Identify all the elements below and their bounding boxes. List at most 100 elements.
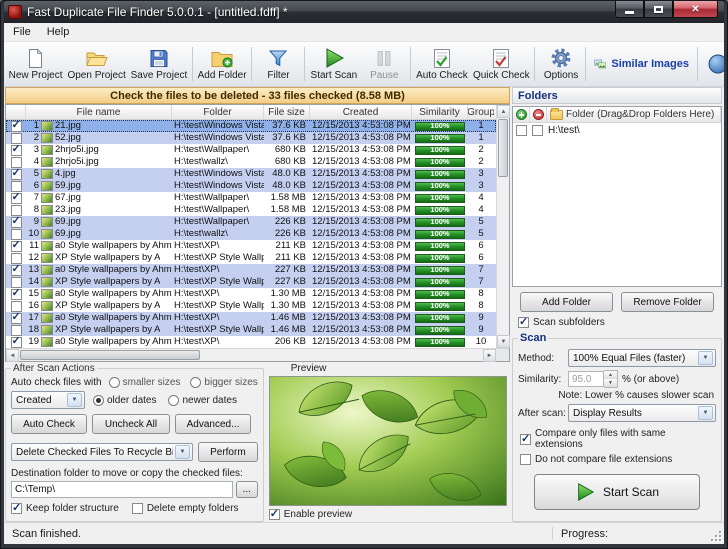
scan-subfolders-checkbox[interactable]	[518, 317, 529, 328]
method-dropdown[interactable]: 100% Equal Files (faster) ▼	[568, 349, 716, 367]
vertical-scrollbar[interactable]: ▲ ▼	[496, 105, 509, 348]
table-row[interactable]: 5 4.jpg H:\test\Windows Vista ... 48.0 K…	[6, 168, 496, 180]
table-row[interactable]: 4 2hrjo5i.jpg H:\test\wallz\ 680 KB 12/1…	[6, 156, 496, 168]
save-project-button[interactable]: Save Project	[128, 43, 190, 85]
scroll-left-arrow[interactable]: ◄	[6, 349, 19, 362]
options-button[interactable]: Options	[537, 43, 585, 85]
similar-images-button[interactable]: Similar Images	[588, 43, 695, 85]
table-row[interactable]: 17 a0 Style wallpapers by Ahm H:\test\XP…	[6, 312, 496, 324]
vertical-scroll-thumb[interactable]	[498, 119, 508, 177]
row-checkbox[interactable]	[11, 133, 22, 144]
advanced-button[interactable]: Advanced...	[175, 414, 251, 434]
col-folder[interactable]: Folder	[172, 105, 264, 119]
row-checkbox[interactable]	[11, 241, 22, 252]
remove-folder-panel-button[interactable]: Remove Folder	[621, 292, 714, 312]
row-checkbox[interactable]	[11, 313, 22, 324]
table-row[interactable]: 3 2hrjo5i.jpg H:\test\Wallpaper\ 680 KB …	[6, 144, 496, 156]
row-checkbox[interactable]	[11, 181, 22, 192]
maximize-button[interactable]	[644, 1, 673, 18]
col-similarity[interactable]: Similarity	[412, 105, 468, 119]
close-button[interactable]: ✕	[673, 1, 718, 18]
table-row[interactable]: 18 XP Style wallpapers by A H:\test\XP S…	[6, 324, 496, 336]
date-criterion-dropdown[interactable]: Created ▼	[11, 391, 85, 409]
col-check[interactable]	[6, 105, 26, 119]
col-file-name[interactable]: File name	[26, 105, 172, 119]
table-row[interactable]: 15 a0 Style wallpapers by Ahm H:\test\XP…	[6, 288, 496, 300]
add-folder-panel-button[interactable]: Add Folder	[520, 292, 613, 312]
after-scan-dropdown[interactable]: Display Results ▼	[568, 404, 716, 422]
start-scan-toolbar-button[interactable]: Start Scan	[307, 43, 360, 85]
auto-check-button[interactable]: Auto Check	[11, 414, 87, 434]
table-row[interactable]: 11 a0 Style wallpapers by Ahm H:\test\XP…	[6, 240, 496, 252]
smaller-sizes-radio[interactable]	[109, 377, 120, 388]
table-row[interactable]: 13 a0 Style wallpapers by Ahm H:\test\XP…	[6, 264, 496, 276]
col-file-size[interactable]: File size	[264, 105, 310, 119]
col-created[interactable]: Created	[310, 105, 412, 119]
open-project-button[interactable]: Open Project	[65, 43, 128, 85]
row-checkbox[interactable]	[11, 265, 22, 276]
resize-grip[interactable]	[710, 530, 723, 543]
row-checkbox[interactable]	[11, 301, 22, 312]
row-checkbox[interactable]	[11, 145, 22, 156]
horizontal-scroll-thumb[interactable]	[20, 350, 200, 360]
remove-folder-circle-icon[interactable]	[533, 109, 544, 120]
similarity-spinner[interactable]: 95.0 ▲▼	[568, 370, 618, 388]
add-folder-button[interactable]: Add Folder	[195, 43, 250, 85]
row-checkbox[interactable]	[11, 325, 22, 336]
folder-include-checkbox[interactable]	[516, 125, 527, 136]
scroll-down-arrow[interactable]: ▼	[497, 335, 510, 348]
table-row[interactable]: 1 21.jpg H:\test\Windows Vista ... 37.6 …	[6, 120, 496, 132]
compare-same-extensions-checkbox[interactable]	[520, 434, 531, 445]
folder-flag-checkbox[interactable]	[532, 125, 543, 136]
folder-tree-item[interactable]: H:\test\	[513, 123, 721, 138]
row-checkbox[interactable]	[11, 337, 22, 348]
table-row[interactable]: 16 XP Style wallpapers by A H:\test\XP S…	[6, 300, 496, 312]
spin-down-icon[interactable]: ▼	[604, 379, 617, 387]
table-row[interactable]: 14 XP Style wallpapers by A H:\test\XP S…	[6, 276, 496, 288]
row-checkbox[interactable]	[11, 229, 22, 240]
row-checkbox[interactable]	[11, 253, 22, 264]
table-row[interactable]: 6 59.jpg H:\test\Windows Vista ... 48.0 …	[6, 180, 496, 192]
add-folder-circle-icon[interactable]	[516, 109, 527, 120]
scroll-right-arrow[interactable]: ►	[483, 349, 496, 362]
uncheck-all-button[interactable]: Uncheck All	[92, 414, 170, 434]
spin-up-icon[interactable]: ▲	[604, 371, 617, 379]
scroll-up-arrow[interactable]: ▲	[497, 105, 510, 118]
browse-destination-button[interactable]: ...	[236, 481, 258, 498]
filter-button[interactable]: Filter	[254, 43, 302, 85]
destination-folder-input[interactable]: C:\Temp\	[11, 481, 233, 498]
col-group[interactable]: Group	[468, 105, 494, 119]
row-checkbox[interactable]	[11, 157, 22, 168]
new-project-button[interactable]: New Project	[6, 43, 65, 85]
partial-toolbar-button[interactable]: A	[700, 43, 724, 85]
table-row[interactable]: 19 a0 Style wallpapers by Ahm H:\test\XP…	[6, 336, 496, 348]
table-row[interactable]: 9 69.jpg H:\test\Wallpaper\ 226 KB 12/15…	[6, 216, 496, 228]
quick-check-button[interactable]: Quick Check	[471, 43, 533, 85]
older-dates-radio[interactable]	[93, 395, 104, 406]
minimize-button[interactable]	[615, 1, 644, 18]
keep-folder-structure-checkbox[interactable]	[11, 503, 22, 514]
bigger-sizes-radio[interactable]	[190, 377, 201, 388]
row-checkbox[interactable]	[11, 169, 22, 180]
table-row[interactable]: 7 67.jpg H:\test\Wallpaper\ 1.58 MB 12/1…	[6, 192, 496, 204]
auto-check-toolbar-button[interactable]: Auto Check	[413, 43, 470, 85]
newer-dates-radio[interactable]	[168, 395, 179, 406]
horizontal-scrollbar[interactable]: ◄ ►	[6, 349, 496, 361]
row-checkbox[interactable]	[11, 217, 22, 228]
row-checkbox[interactable]	[11, 193, 22, 204]
menu-help[interactable]: Help	[39, 24, 78, 40]
table-row[interactable]: 8 23.jpg H:\test\Wallpaper\ 1.58 MB 12/1…	[6, 204, 496, 216]
delete-empty-folders-checkbox[interactable]	[132, 503, 143, 514]
start-scan-button[interactable]: Start Scan	[534, 474, 700, 510]
menu-file[interactable]: File	[5, 24, 39, 40]
no-compare-extensions-checkbox[interactable]	[520, 454, 531, 465]
row-checkbox[interactable]	[11, 205, 22, 216]
row-checkbox[interactable]	[11, 121, 22, 132]
row-checkbox[interactable]	[11, 289, 22, 300]
table-row[interactable]: 12 XP Style wallpapers by A H:\test\XP S…	[6, 252, 496, 264]
table-row[interactable]: 10 69.jpg H:\test\wallz\ 226 KB 12/15/20…	[6, 228, 496, 240]
checked-files-action-dropdown[interactable]: Delete Checked Files To Recycle Bin ▼	[11, 443, 193, 461]
enable-preview-checkbox[interactable]	[269, 509, 280, 520]
row-checkbox[interactable]	[11, 277, 22, 288]
perform-button[interactable]: Perform	[198, 442, 258, 462]
